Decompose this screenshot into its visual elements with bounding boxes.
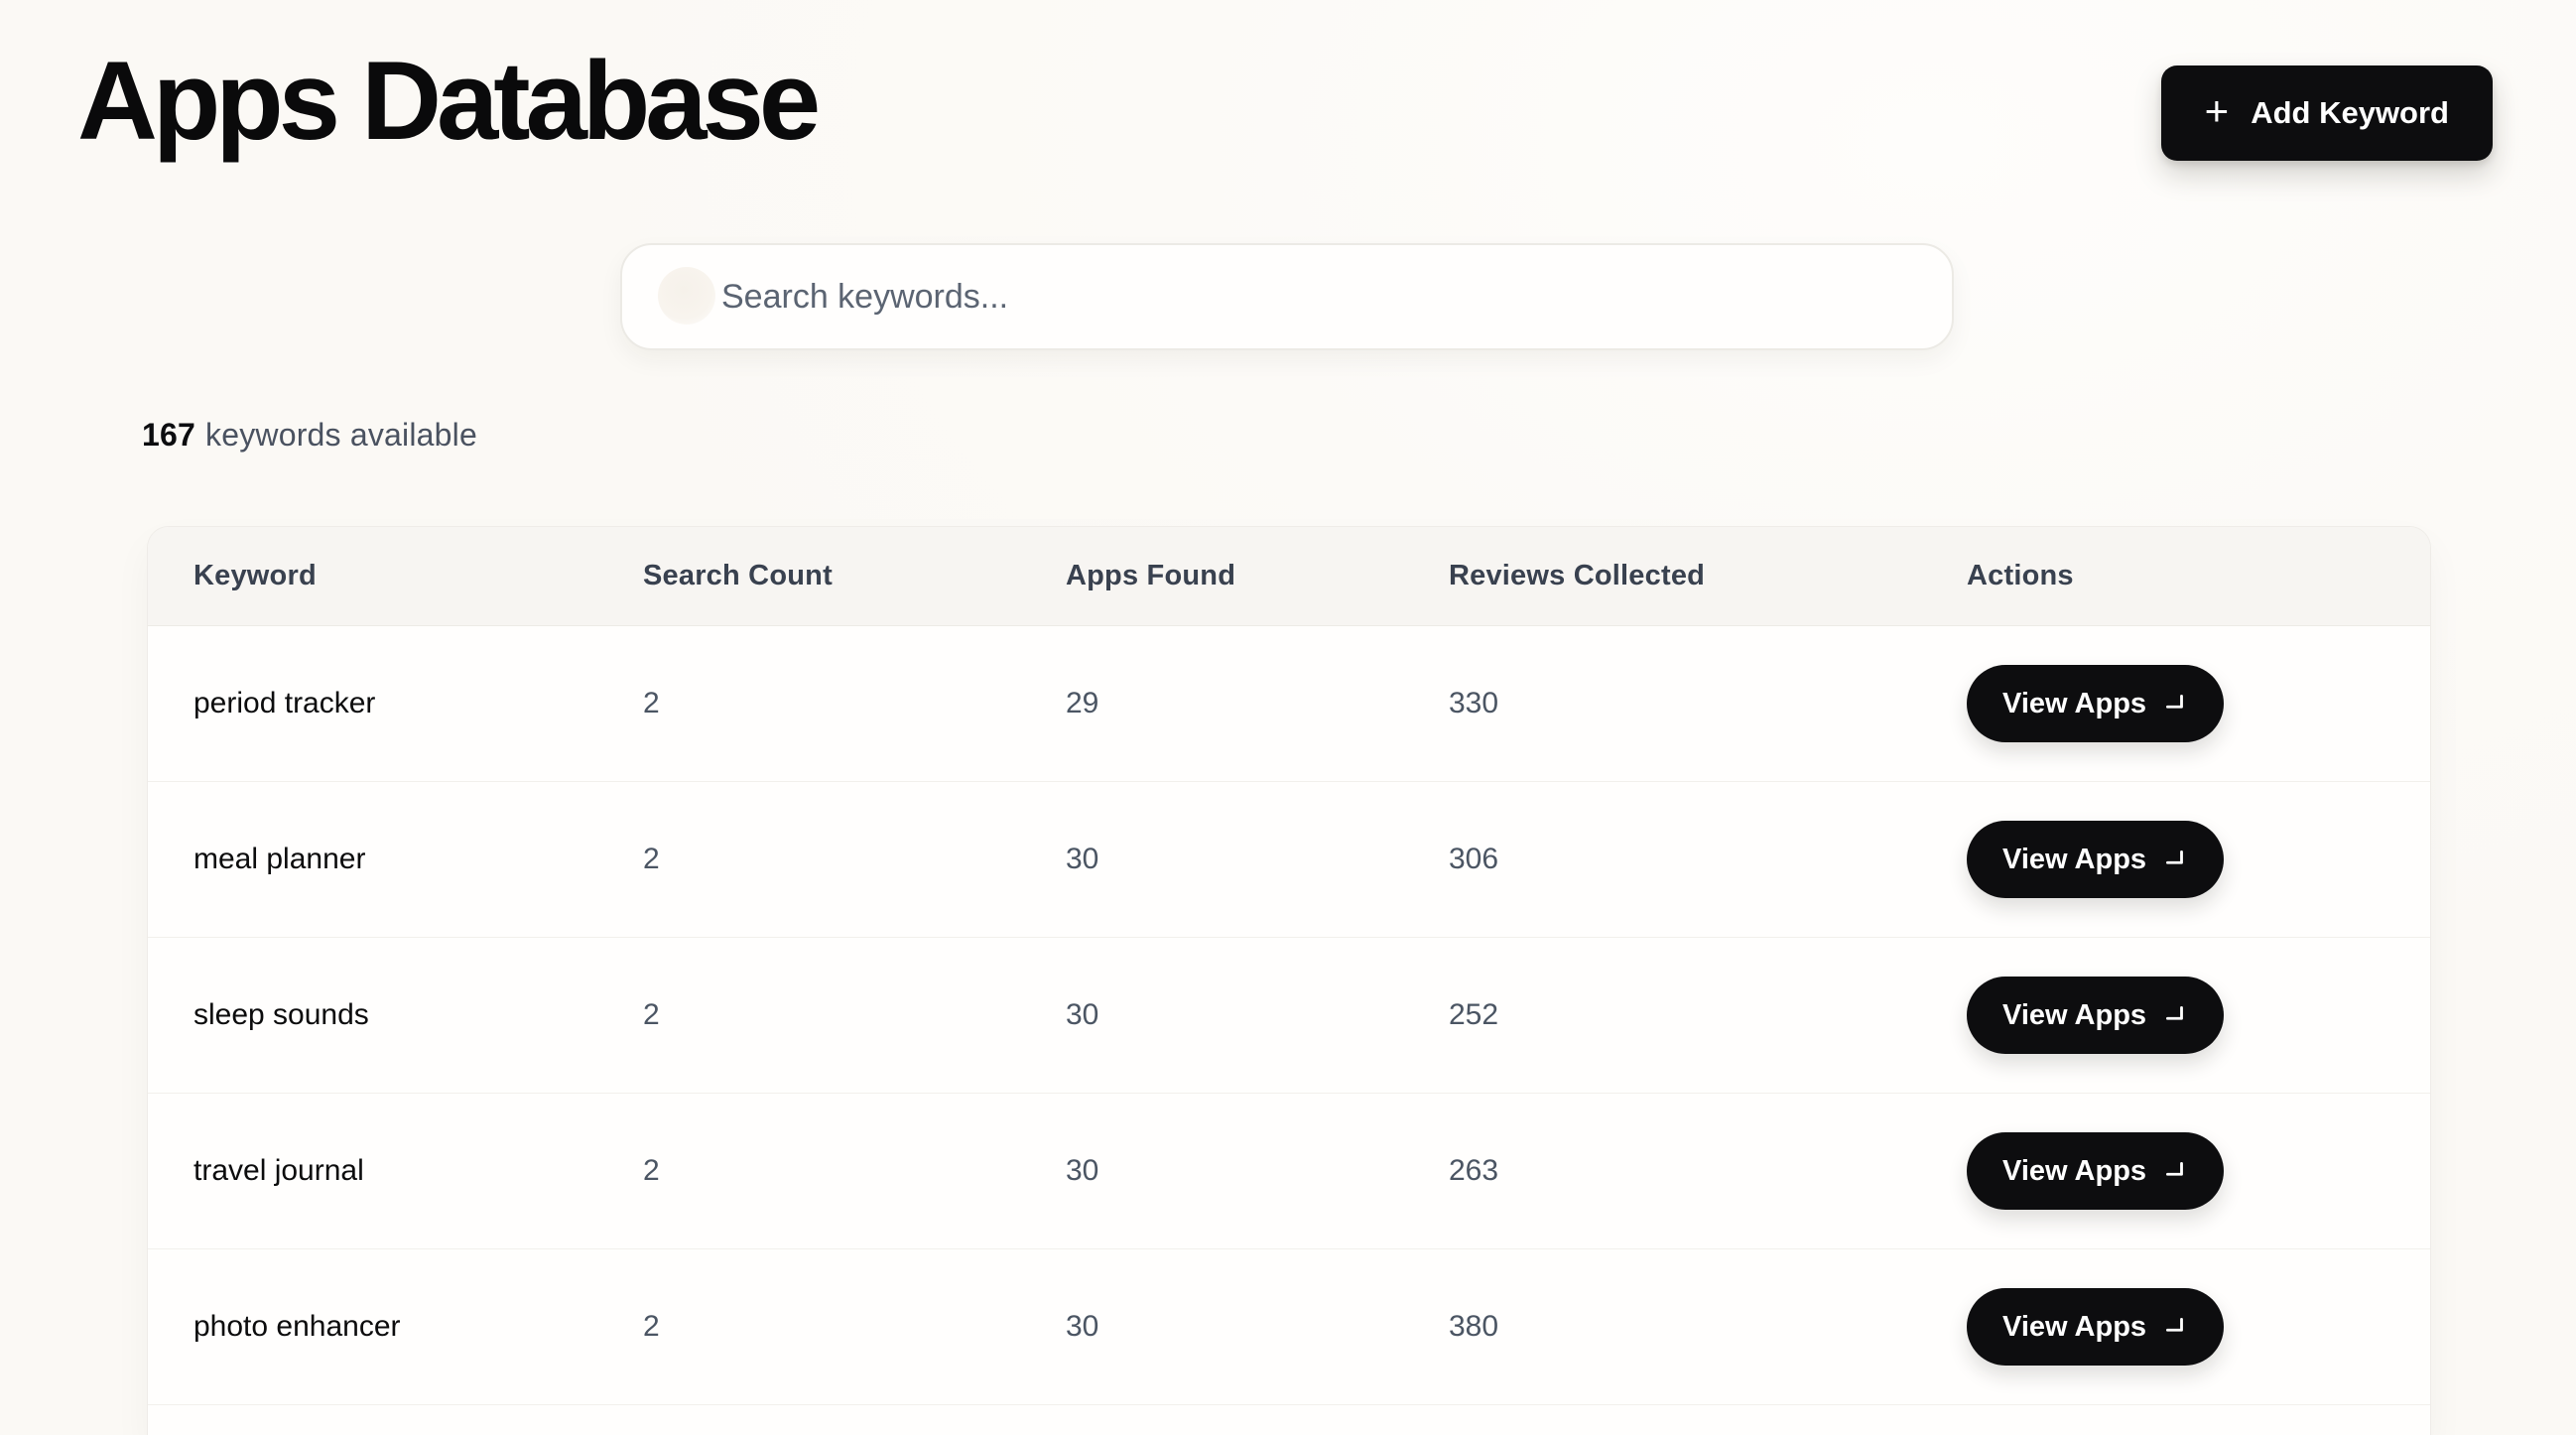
search-count-cell: 2	[643, 998, 1066, 1032]
plus-icon: +	[2205, 90, 2230, 132]
view-apps-label: View Apps	[2002, 844, 2146, 876]
actions-cell: View Apps	[1967, 977, 2384, 1054]
search-input[interactable]	[620, 243, 1954, 350]
corner-down-left-icon	[2162, 1158, 2188, 1184]
add-keyword-label: Add Keyword	[2251, 95, 2449, 131]
column-header-apps-found: Apps Found	[1066, 560, 1449, 592]
reviews-collected-cell: 252	[1449, 998, 1967, 1032]
add-keyword-button[interactable]: + Add Keyword	[2161, 65, 2493, 161]
view-apps-label: View Apps	[2002, 999, 2146, 1032]
keywords-count-number: 167	[142, 417, 195, 453]
table-row: sleep sounds 2 30 252 View Apps	[148, 938, 2430, 1094]
keyword-cell: period tracker	[193, 687, 643, 720]
table-body: period tracker 2 29 330 View Apps meal p…	[148, 626, 2430, 1405]
reviews-collected-cell: 263	[1449, 1154, 1967, 1188]
search-count-cell: 2	[643, 1154, 1066, 1188]
view-apps-label: View Apps	[2002, 688, 2146, 720]
apps-found-cell: 30	[1066, 1310, 1449, 1344]
view-apps-label: View Apps	[2002, 1155, 2146, 1188]
view-apps-button[interactable]: View Apps	[1967, 977, 2224, 1054]
keyword-cell: photo enhancer	[193, 1310, 643, 1344]
search-bar	[620, 243, 1954, 350]
column-header-actions: Actions	[1967, 560, 2384, 592]
search-count-cell: 2	[643, 687, 1066, 720]
page-title: Apps Database	[77, 40, 816, 162]
actions-cell: View Apps	[1967, 821, 2384, 898]
corner-down-left-icon	[2162, 1314, 2188, 1340]
view-apps-label: View Apps	[2002, 1311, 2146, 1344]
apps-found-cell: 29	[1066, 687, 1449, 720]
apps-found-cell: 30	[1066, 1154, 1449, 1188]
column-header-reviews-collected: Reviews Collected	[1449, 560, 1967, 592]
apps-found-cell: 30	[1066, 998, 1449, 1032]
apps-database-page: Apps Database + Add Keyword 167 keywords …	[0, 0, 2576, 1435]
reviews-collected-cell: 330	[1449, 687, 1967, 720]
reviews-collected-cell: 380	[1449, 1310, 1967, 1344]
view-apps-button[interactable]: View Apps	[1967, 821, 2224, 898]
keywords-count: 167 keywords available	[142, 417, 477, 454]
corner-down-left-icon	[2162, 1002, 2188, 1028]
table-header-row: Keyword Search Count Apps Found Reviews …	[148, 527, 2430, 626]
table-row: travel journal 2 30 263 View Apps	[148, 1094, 2430, 1249]
corner-down-left-icon	[2162, 847, 2188, 872]
search-count-cell: 2	[643, 1310, 1066, 1344]
apps-found-cell: 30	[1066, 843, 1449, 876]
keyword-cell: travel journal	[193, 1154, 643, 1188]
reviews-collected-cell: 306	[1449, 843, 1967, 876]
actions-cell: View Apps	[1967, 665, 2384, 742]
keyword-cell: meal planner	[193, 843, 643, 876]
keyword-cell: sleep sounds	[193, 998, 643, 1032]
keywords-count-label: keywords available	[205, 417, 477, 453]
table-row: meal planner 2 30 306 View Apps	[148, 782, 2430, 938]
actions-cell: View Apps	[1967, 1288, 2384, 1366]
column-header-keyword: Keyword	[193, 560, 643, 592]
table-row: period tracker 2 29 330 View Apps	[148, 626, 2430, 782]
view-apps-button[interactable]: View Apps	[1967, 1132, 2224, 1210]
search-count-cell: 2	[643, 843, 1066, 876]
actions-cell: View Apps	[1967, 1132, 2384, 1210]
view-apps-button[interactable]: View Apps	[1967, 665, 2224, 742]
corner-down-left-icon	[2162, 691, 2188, 717]
keywords-table: Keyword Search Count Apps Found Reviews …	[147, 526, 2431, 1435]
column-header-search-count: Search Count	[643, 560, 1066, 592]
table-row: photo enhancer 2 30 380 View Apps	[148, 1249, 2430, 1405]
view-apps-button[interactable]: View Apps	[1967, 1288, 2224, 1366]
